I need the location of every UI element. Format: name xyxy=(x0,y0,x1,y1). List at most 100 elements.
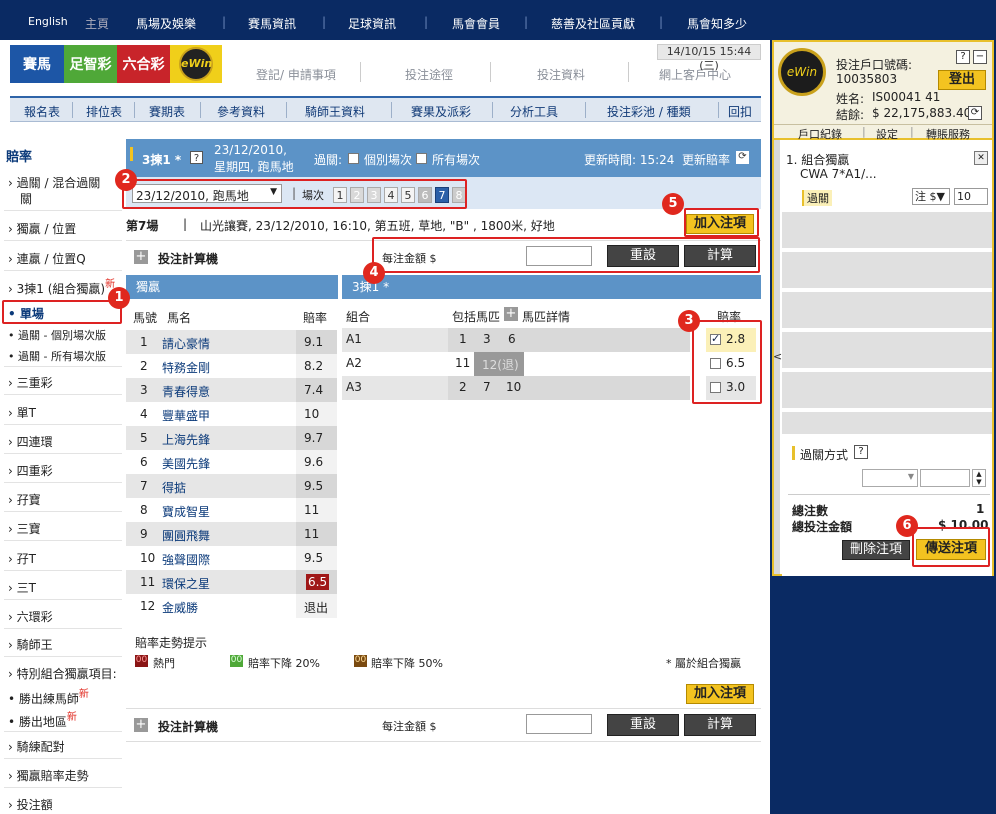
nav-home[interactable]: 主頁 xyxy=(85,15,109,32)
horse-name-link[interactable]: 環保之星 xyxy=(162,575,210,592)
sidebar-item-six-up[interactable]: › 六環彩 xyxy=(8,608,53,625)
table-row: 5 上海先鋒 9.7 xyxy=(126,426,337,450)
collapse-icon[interactable]: < xyxy=(773,350,782,363)
menu-reference[interactable]: 參考資料 xyxy=(217,103,265,120)
allup-toggle[interactable]: 過關 xyxy=(802,190,832,206)
race-number: 第7場 xyxy=(126,219,159,233)
sidebar-item-quartet-place[interactable]: › 四連環 xyxy=(8,433,53,450)
allup-count-input[interactable] xyxy=(920,469,970,487)
sidebar-item-cwa[interactable]: › 3揀1 (組合獨贏)新 xyxy=(8,279,115,297)
sidebar-item-allup[interactable]: › 過關 / 混合過關 xyxy=(8,174,100,191)
nav-football[interactable]: 足球資訊 xyxy=(348,15,396,32)
delete-bet-button[interactable]: 刪除注項 xyxy=(842,540,910,560)
expand-icon[interactable]: + xyxy=(504,307,518,321)
annotation-box-2 xyxy=(122,179,467,209)
subnav-register[interactable]: 登記/ 申請事項 xyxy=(256,66,336,83)
nav-about[interactable]: 馬會知多少 xyxy=(687,15,747,32)
help-icon[interactable]: ? xyxy=(956,50,970,64)
sidebar-label: 四連環 xyxy=(16,435,53,449)
sidebar-item-jockey-challenge[interactable]: › 騎師王 xyxy=(8,636,53,653)
account-name: IS00041 41 xyxy=(872,90,941,104)
horse-name-link[interactable]: 得掂 xyxy=(162,479,186,496)
nav-charity[interactable]: 慈善及社區貢獻 xyxy=(551,15,635,32)
horse-name-link[interactable]: 美國先鋒 xyxy=(162,455,210,472)
sidebar-item-allup-single[interactable]: • 過關 - 個別場次版 xyxy=(8,327,106,343)
horse-name-link[interactable]: 金威勝 xyxy=(162,599,198,616)
horse-name-link[interactable]: 請心豪情 xyxy=(162,335,210,352)
sidebar-item-turnover[interactable]: › 投注額 xyxy=(8,796,53,813)
allup-formula-select[interactable]: ▼ xyxy=(862,469,918,487)
sidebar-item-single-t[interactable]: › 單T xyxy=(8,404,36,421)
table-row: A2 11 12(退) xyxy=(342,352,690,376)
sidebar-item-triple-t[interactable]: › 三T xyxy=(8,579,36,596)
sidebar-item-double[interactable]: › 孖寶 xyxy=(8,491,41,508)
account-links: 戶口紀錄 | 設定 | 轉賬服務 xyxy=(774,124,992,141)
menu-jockey[interactable]: 騎師王資料 xyxy=(305,103,365,120)
menu-fixtures[interactable]: 賽期表 xyxy=(149,103,185,120)
expand-icon[interactable]: + xyxy=(134,718,148,732)
horse-number: 2 xyxy=(140,359,148,373)
sidebar-item-jt-combo[interactable]: › 騎練配對 xyxy=(8,738,65,755)
subnav-channels[interactable]: 投注途徑 xyxy=(405,66,453,83)
menu-results[interactable]: 賽果及派彩 xyxy=(411,103,471,120)
sidebar-item-treble[interactable]: › 三寶 xyxy=(8,520,41,537)
tab-horse-racing[interactable]: 賽馬 xyxy=(10,45,64,83)
horse-detail-label[interactable]: 馬匹詳情 xyxy=(522,308,570,325)
unit-amount-input[interactable] xyxy=(526,714,592,734)
bet-amount-input[interactable]: 10 xyxy=(954,188,988,205)
minimize-icon[interactable]: − xyxy=(973,50,987,64)
tab-football[interactable]: 足智彩 xyxy=(64,45,117,83)
subnav-customer[interactable]: 網上客戶中心 xyxy=(659,66,731,83)
all-race-checkbox[interactable] xyxy=(416,153,427,164)
menu-entries[interactable]: 報名表 xyxy=(24,103,60,120)
logout-button[interactable]: 登出 xyxy=(938,70,986,90)
horse-name-link[interactable]: 青春得意 xyxy=(162,383,210,400)
sidebar-item-allup-all[interactable]: • 過關 - 所有場次版 xyxy=(8,348,106,364)
horse-name-link[interactable]: 上海先鋒 xyxy=(162,431,210,448)
nav-racecourse[interactable]: 馬場及娛樂 xyxy=(136,15,196,32)
subnav-betinfo[interactable]: 投注資料 xyxy=(537,66,585,83)
nav-member[interactable]: 馬會會員 xyxy=(452,15,500,32)
help-icon[interactable]: ? xyxy=(190,151,203,164)
ewin-logo[interactable]: eWin xyxy=(170,45,222,83)
sidebar-item-special[interactable]: › 特別組合獨贏項目: xyxy=(8,665,117,682)
sidebar-item-quinella[interactable]: › 連贏 / 位置Q xyxy=(8,250,86,267)
sidebar-divider xyxy=(4,240,122,241)
unit-select[interactable]: 注 $▼ xyxy=(912,188,950,205)
english-link[interactable]: English xyxy=(28,15,68,28)
horse-name-link[interactable]: 團圓飛舞 xyxy=(162,527,210,544)
refresh-balance-icon[interactable]: ⟳ xyxy=(968,106,982,120)
calculate-button[interactable]: 計算 xyxy=(684,714,756,736)
close-icon[interactable]: ✕ xyxy=(974,151,988,165)
sidebar-item-double-t[interactable]: › 孖T xyxy=(8,550,36,567)
trend-title: 賠率走勢提示 xyxy=(135,636,208,650)
menu-pools[interactable]: 投注彩池 / 種類 xyxy=(607,103,691,120)
refresh-odds-label[interactable]: 更新賠率 xyxy=(682,151,730,168)
nav-sep: | xyxy=(424,15,429,29)
sidebar-item-odds-trend[interactable]: › 獨贏賠率走勢 xyxy=(8,767,89,784)
sidebar-item-quartet[interactable]: › 四重彩 xyxy=(8,462,53,479)
sidebar-label: 獨贏賠率走勢 xyxy=(16,769,89,783)
sidebar-item-region[interactable]: • 勝出地區新 xyxy=(8,712,77,730)
sidebar-item-tierce[interactable]: › 三重彩 xyxy=(8,374,53,391)
race-header: 3揀1 * ? 23/12/2010, 星期四, 跑馬地 過關: 個別場次 所有… xyxy=(126,139,761,177)
horse-name-link[interactable]: 寶成智星 xyxy=(162,503,210,520)
horse-name-link[interactable]: 特務金剛 xyxy=(162,359,210,376)
sidebar-item-win-place[interactable]: › 獨贏 / 位置 xyxy=(8,220,76,237)
tab-marksix[interactable]: 六合彩 xyxy=(117,45,170,83)
slip-item-detail: CWA 7*A1/... xyxy=(800,167,877,181)
single-race-checkbox[interactable] xyxy=(348,153,359,164)
expand-icon[interactable]: + xyxy=(134,250,148,264)
refresh-icon[interactable]: ⟳ xyxy=(736,151,749,164)
menu-draw[interactable]: 排位表 xyxy=(86,103,122,120)
menu-rebate[interactable]: 回扣 xyxy=(728,103,752,120)
horse-name-link[interactable]: 豐華盛甲 xyxy=(162,407,210,424)
menu-analysis[interactable]: 分析工具 xyxy=(510,103,558,120)
nav-racing[interactable]: 賽馬資訊 xyxy=(248,15,296,32)
stepper-icon[interactable]: ▲ ▼ xyxy=(972,469,986,487)
add-bet-button-bottom[interactable]: 加入注項 xyxy=(686,684,754,704)
help-icon[interactable]: ? xyxy=(854,445,868,459)
sidebar-item-trainer[interactable]: • 勝出練馬師新 xyxy=(8,689,89,707)
horse-name-link[interactable]: 強聲國際 xyxy=(162,551,210,568)
reset-button[interactable]: 重設 xyxy=(607,714,679,736)
